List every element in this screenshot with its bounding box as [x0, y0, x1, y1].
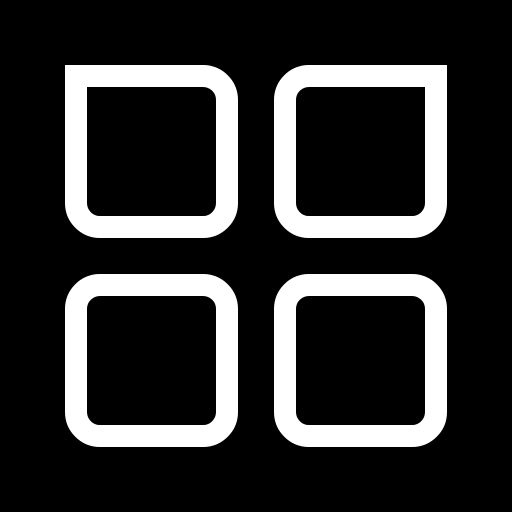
grid-cell-bottom-left: [65, 274, 238, 447]
grid-cell-top-left: [65, 65, 238, 238]
grid-cell-top-right: [274, 65, 447, 238]
grid-cell-bottom-right: [274, 274, 447, 447]
app-grid-icon: [65, 65, 447, 447]
icon-canvas: [0, 0, 512, 512]
